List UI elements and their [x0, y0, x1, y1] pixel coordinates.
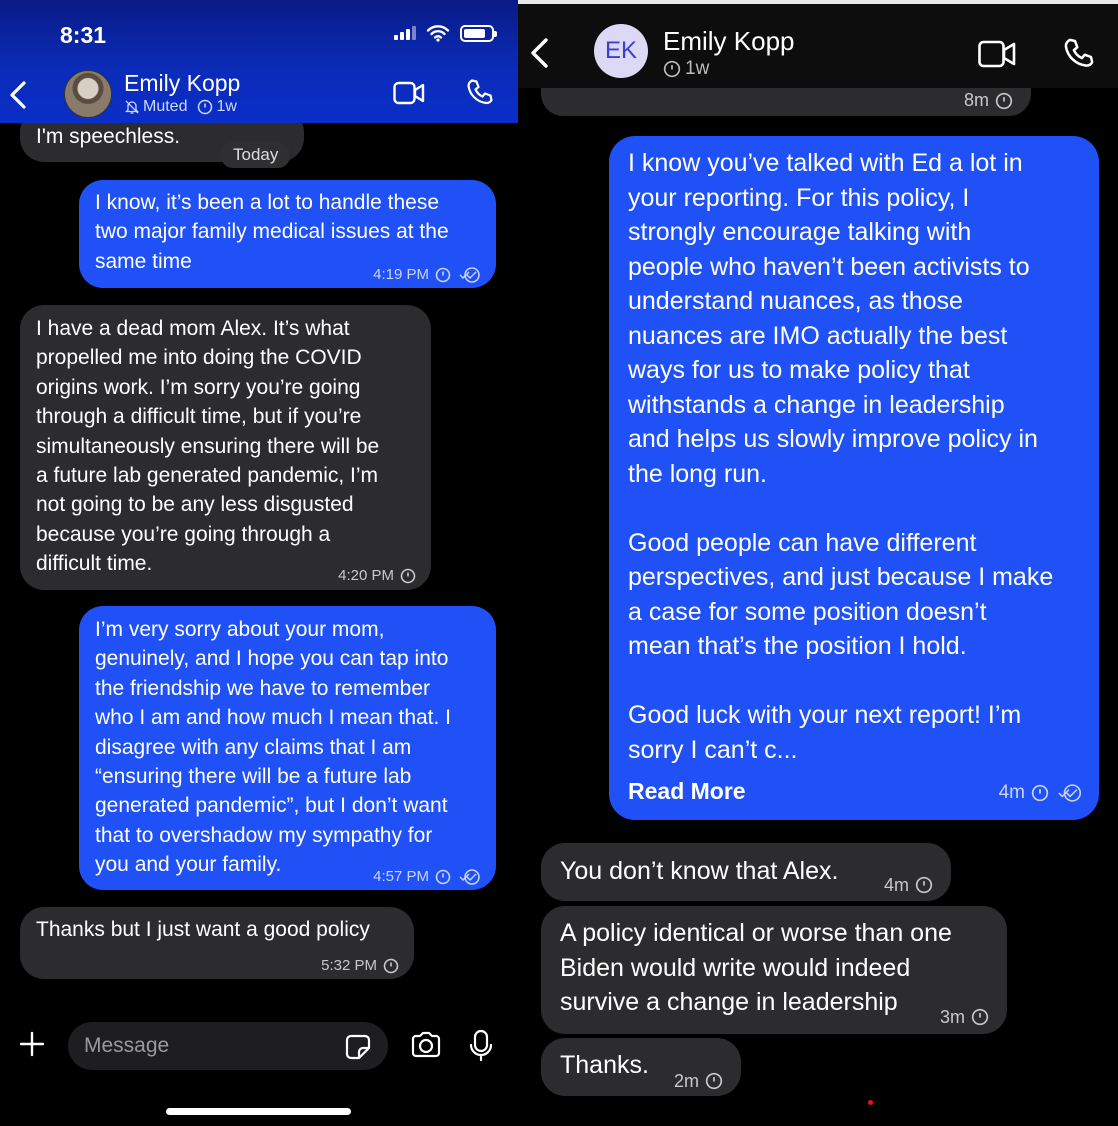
message-meta: 8m [964, 86, 1013, 115]
timer-icon [1031, 784, 1049, 801]
message-text: A policy identical or worse than one Bid… [560, 919, 952, 1016]
muted-label: Muted [143, 98, 188, 115]
signal-icon [394, 26, 416, 40]
home-indicator[interactable] [166, 1108, 351, 1115]
message-bubble-outgoing[interactable]: I know, it’s been a lot to handle these … [79, 180, 496, 288]
message-bubble-outgoing[interactable]: I’m very sorry about your mom, genuinely… [79, 606, 496, 890]
contact-name[interactable]: Emily Kopp [124, 70, 240, 97]
timer-icon [383, 958, 399, 974]
chat-header: 8:31 Emily Kopp Muted 1w [0, 0, 518, 123]
timer-icon [663, 60, 681, 78]
message-meta: 4m [884, 868, 933, 903]
message-time: 4:20 PM [338, 567, 394, 584]
status-time: 8:31 [60, 22, 107, 48]
battery-icon [460, 24, 497, 42]
read-receipt-icon [459, 868, 480, 885]
status-icons [394, 24, 497, 42]
contact-status: Muted 1w [124, 98, 237, 116]
message-meta: 2m [674, 1064, 723, 1099]
message-meta: 3m [940, 1000, 989, 1035]
message-text: You don’t know that Alex. [560, 857, 839, 885]
message-text: Thanks but I just want a good policy [36, 918, 370, 941]
timer-icon [435, 267, 451, 283]
timer-icon [971, 1009, 989, 1026]
timer-icon [915, 877, 933, 894]
message-time: 3m [939, 1007, 965, 1027]
right-screenshot: 8m EK Emily Kopp 1w I know you’ve talked… [518, 0, 1118, 1126]
phone-call-icon[interactable] [466, 78, 494, 106]
timer-icon [400, 568, 416, 584]
message-text: Thanks. [560, 1051, 649, 1079]
date-separator: Today [221, 142, 291, 168]
message-meta: 4:57 PM [373, 862, 481, 891]
message-meta: 4m [999, 776, 1083, 811]
message-time: 4m [998, 781, 1025, 803]
message-text: I know you’ve talked with Ed a lot in yo… [628, 149, 1054, 764]
message-bubble-incoming[interactable]: I have a dead mom Alex. It’s what propel… [20, 305, 431, 590]
message-meta: 4:19 PM [373, 260, 481, 289]
plus-icon[interactable] [18, 1030, 46, 1058]
timer-icon [995, 92, 1013, 109]
message-bubble-incoming[interactable]: Thanks. 2m [541, 1038, 741, 1096]
back-chevron-icon[interactable] [528, 37, 550, 69]
read-more-link[interactable]: Read More [628, 774, 746, 809]
message-bubble-incoming[interactable]: You don’t know that Alex. 4m [541, 843, 951, 901]
avatar[interactable]: EK [594, 24, 648, 78]
message-composer [68, 1022, 388, 1070]
message-bubble-outgoing[interactable]: I know you’ve talked with Ed a lot in yo… [609, 136, 1099, 820]
disappearing-timer: 1w [685, 58, 710, 79]
message-bubble-incoming[interactable]: A policy identical or worse than one Bid… [541, 906, 1007, 1034]
message-time: 5:32 PM [321, 957, 377, 974]
timer-icon [198, 99, 213, 115]
read-receipt-icon [1058, 784, 1082, 802]
message-time: 4m [883, 875, 909, 895]
message-text: I'm speechless. [36, 125, 181, 148]
disappearing-timer: 1w [216, 98, 237, 115]
red-dot [868, 1100, 873, 1105]
left-screenshot: I'm speechless. 4:1... Today I know, it’… [0, 0, 518, 1126]
sticker-icon[interactable] [344, 1033, 372, 1061]
video-call-icon[interactable] [393, 81, 425, 105]
back-chevron-icon[interactable] [8, 80, 28, 110]
read-receipt-icon [459, 266, 480, 283]
message-bubble-incoming[interactable]: Thanks but I just want a good policy 5:3… [20, 907, 414, 979]
timer-icon [705, 1073, 723, 1090]
avatar[interactable] [64, 70, 112, 118]
contact-status: 1w [663, 58, 709, 80]
camera-icon[interactable] [410, 1031, 442, 1059]
timer-icon [435, 869, 451, 885]
wifi-icon [426, 25, 450, 42]
muted-bell-icon [124, 100, 140, 114]
contact-name[interactable]: Emily Kopp [663, 26, 795, 57]
video-call-icon[interactable] [978, 40, 1016, 68]
message-text: I’m very sorry about your mom, genuinely… [95, 618, 452, 877]
message-meta: 4:20 PM [338, 561, 416, 590]
message-time: 4:57 PM [373, 868, 429, 885]
message-time: 8m [963, 90, 989, 110]
message-input[interactable] [84, 1032, 334, 1060]
phone-call-icon[interactable] [1063, 37, 1095, 69]
chat-header: EK Emily Kopp 1w [518, 4, 1118, 88]
message-time: 2m [673, 1071, 699, 1091]
microphone-icon[interactable] [469, 1029, 493, 1063]
message-text: I have a dead mom Alex. It’s what propel… [36, 317, 380, 576]
message-meta: 5:32 PM [321, 951, 399, 980]
message-time: 4:19 PM [373, 266, 429, 283]
